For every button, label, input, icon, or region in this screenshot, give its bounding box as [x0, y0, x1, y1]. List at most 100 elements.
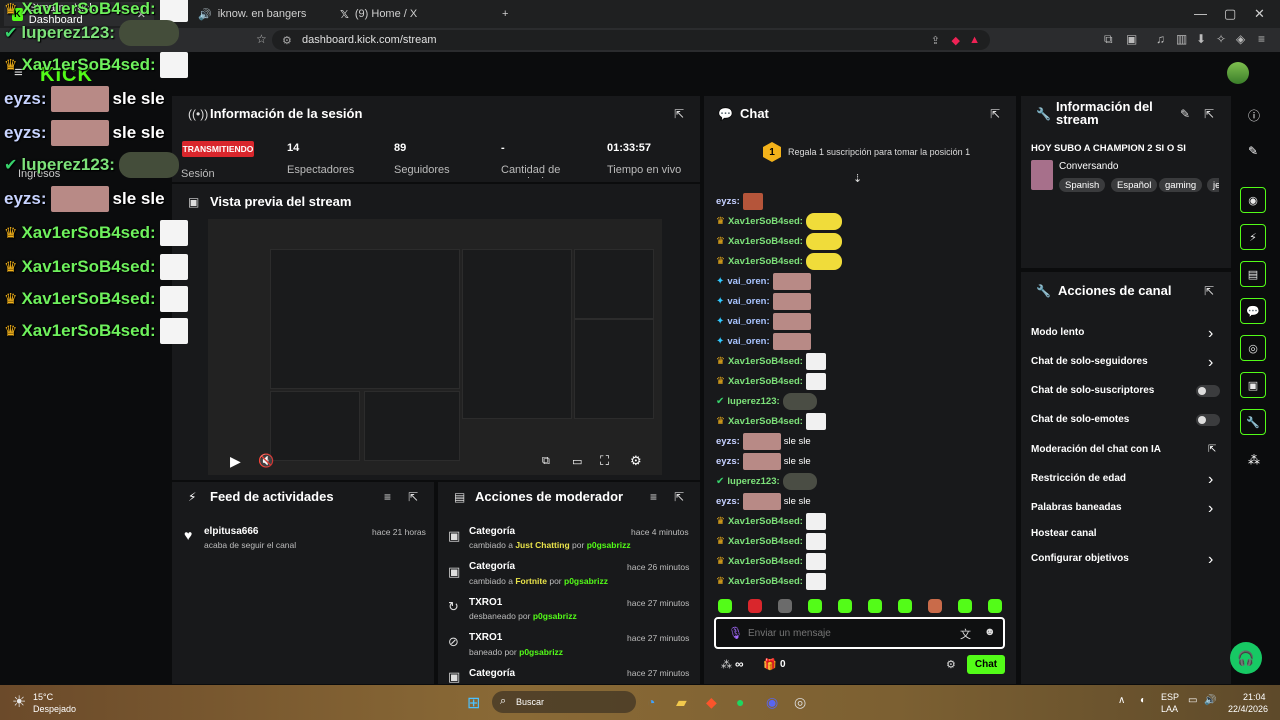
- chat-emote[interactable]: [805, 252, 842, 270]
- popout-icon[interactable]: ⇱: [990, 107, 1000, 121]
- chat-username[interactable]: luperez123:: [727, 396, 779, 407]
- url-input[interactable]: ⚙ dashboard.kick.com/stream ⇪ ◆ ▲: [272, 30, 990, 50]
- chat-emote[interactable]: [805, 512, 826, 530]
- founder-badge-icon[interactable]: ♛: [716, 356, 725, 367]
- toggle-switch[interactable]: [1196, 414, 1220, 426]
- feed-user[interactable]: elpitusa666: [204, 526, 258, 537]
- quick-emote-icon[interactable]: [868, 599, 882, 613]
- channel-action-label[interactable]: Modo lento: [1031, 327, 1084, 338]
- chat-username[interactable]: Xav1erSoB4sed:: [728, 356, 803, 367]
- popout-icon[interactable]: ⇱: [674, 490, 684, 504]
- chat-emote[interactable]: [782, 392, 817, 410]
- collapse-icon[interactable]: ⇣: [853, 172, 862, 185]
- pencil-icon[interactable]: ✎: [1248, 144, 1258, 158]
- leo-ai-icon[interactable]: ✧: [1216, 32, 1226, 46]
- chevron-right-icon[interactable]: ›: [1208, 354, 1213, 372]
- quick-emote-icon[interactable]: [808, 599, 822, 613]
- chat-username[interactable]: Xav1erSoB4sed:: [728, 516, 803, 527]
- og-badge-icon[interactable]: ✦: [716, 276, 724, 287]
- theater-icon[interactable]: ▭: [572, 455, 582, 468]
- category-thumbnail[interactable]: [1031, 160, 1053, 190]
- chat-username[interactable]: vai_oren:: [727, 336, 769, 347]
- network-icon[interactable]: ▭: [1188, 695, 1197, 706]
- founder-badge-icon[interactable]: ♛: [716, 256, 725, 267]
- language-indicator[interactable]: ESP: [1161, 692, 1179, 702]
- rail-wrench-icon[interactable]: 🔧: [1240, 409, 1266, 435]
- founder-badge-icon[interactable]: ♛: [716, 556, 725, 567]
- channel-action-label[interactable]: Chat de solo-seguidores: [1031, 356, 1148, 367]
- file-explorer-icon[interactable]: ▰: [676, 694, 687, 711]
- chat-username[interactable]: Xav1erSoB4sed:: [728, 556, 803, 567]
- menu-icon[interactable]: ≡: [1258, 32, 1265, 46]
- chat-emote[interactable]: [805, 212, 842, 230]
- quick-emote-icon[interactable]: [958, 599, 972, 613]
- chat-emote[interactable]: [782, 472, 817, 490]
- windows-start-icon[interactable]: ⊞: [467, 693, 480, 713]
- keyboard-layout[interactable]: LAA: [1161, 704, 1178, 714]
- mic-icon[interactable]: 🎙: [728, 626, 743, 640]
- quick-emote-icon[interactable]: [928, 599, 942, 613]
- founder-badge-icon[interactable]: ♛: [716, 236, 725, 247]
- music-icon[interactable]: ♫: [1156, 32, 1165, 46]
- close-window-icon[interactable]: ✕: [1254, 6, 1265, 22]
- chat-username[interactable]: eyzs:: [716, 456, 740, 467]
- stream-video[interactable]: ▶ 🔇 ⧉ ▭ ⛶ ⚙: [208, 219, 662, 475]
- taskbar-search[interactable]: ⌕ Buscar: [492, 691, 636, 713]
- tab-iknow[interactable]: 🔊 iknow. en bangers: [190, 2, 330, 26]
- rail-document-icon[interactable]: ▤: [1240, 261, 1266, 287]
- spotify-icon[interactable]: ●: [736, 694, 744, 710]
- verified-badge-icon[interactable]: ✔: [716, 476, 724, 487]
- fullscreen-icon[interactable]: ⛶: [600, 453, 609, 469]
- channel-action-label[interactable]: Chat de solo-emotes: [1031, 414, 1129, 425]
- popout-icon[interactable]: ⇱: [674, 107, 684, 121]
- og-badge-icon[interactable]: ✦: [716, 336, 724, 347]
- channel-action-label[interactable]: Chat de solo-suscriptores: [1031, 385, 1154, 396]
- chat-username[interactable]: Xav1erSoB4sed:: [728, 256, 803, 267]
- founder-badge-icon[interactable]: ♛: [716, 576, 725, 587]
- vpn-icon[interactable]: ◈: [1236, 32, 1245, 46]
- tray-chevron-icon[interactable]: ∧: [1118, 695, 1125, 706]
- toggle-switch[interactable]: [1196, 385, 1220, 397]
- chat-emote[interactable]: [805, 412, 826, 430]
- chat-input[interactable]: [748, 624, 938, 642]
- chevron-right-icon[interactable]: ›: [1208, 325, 1213, 343]
- chat-username[interactable]: vai_oren:: [727, 276, 769, 287]
- weather-sun-icon[interactable]: ☀: [12, 692, 26, 712]
- chat-emote[interactable]: [772, 312, 811, 330]
- founder-badge-icon[interactable]: ♛: [716, 516, 725, 527]
- translate-icon[interactable]: 文: [960, 626, 971, 642]
- play-icon[interactable]: ▶: [230, 453, 241, 470]
- chat-emote[interactable]: [772, 292, 811, 310]
- tray-app-icon[interactable]: ◐: [1140, 695, 1146, 706]
- chevron-right-icon[interactable]: ›: [1208, 551, 1213, 569]
- volume-icon[interactable]: 🔊: [1204, 695, 1216, 706]
- chat-settings-icon[interactable]: ⚙: [946, 658, 956, 671]
- quick-emote-icon[interactable]: [898, 599, 912, 613]
- share-icon[interactable]: ⇪: [931, 34, 940, 47]
- rail-broadcast-icon[interactable]: ◎: [1240, 335, 1266, 361]
- info-icon[interactable]: ⓘ: [1248, 107, 1260, 124]
- filter-icon[interactable]: ≡: [650, 490, 657, 504]
- chat-emote[interactable]: [805, 572, 826, 590]
- edge-icon[interactable]: ◔: [647, 694, 655, 710]
- og-badge-icon[interactable]: ✦: [716, 316, 724, 327]
- chat-username[interactable]: Xav1erSoB4sed:: [728, 536, 803, 547]
- rewards-icon[interactable]: ▲: [969, 34, 980, 46]
- chat-emote[interactable]: [772, 272, 811, 290]
- chat-username[interactable]: Xav1erSoB4sed:: [728, 236, 803, 247]
- rail-chat-icon[interactable]: 💬: [1240, 298, 1266, 324]
- pip-icon[interactable]: ⧉: [542, 455, 550, 468]
- founder-badge-icon[interactable]: ♛: [716, 536, 725, 547]
- brave-shield-icon[interactable]: ◆: [952, 34, 960, 47]
- chat-username[interactable]: Xav1erSoB4sed:: [728, 376, 803, 387]
- extensions-icon[interactable]: ⧉: [1104, 32, 1113, 47]
- sidebar-icon[interactable]: ▥: [1176, 32, 1187, 46]
- chat-username[interactable]: vai_oren:: [727, 296, 769, 307]
- chat-emote[interactable]: [772, 332, 811, 350]
- popout-icon[interactable]: ⇱: [1204, 284, 1214, 298]
- chat-username[interactable]: eyzs:: [716, 496, 740, 507]
- chat-send-button[interactable]: Chat: [967, 655, 1005, 674]
- chat-emote[interactable]: [805, 372, 826, 390]
- clock-date[interactable]: 22/4/2026: [1228, 704, 1268, 714]
- gift-banner[interactable]: Regala 1 suscripción para tomar la posic…: [788, 147, 970, 157]
